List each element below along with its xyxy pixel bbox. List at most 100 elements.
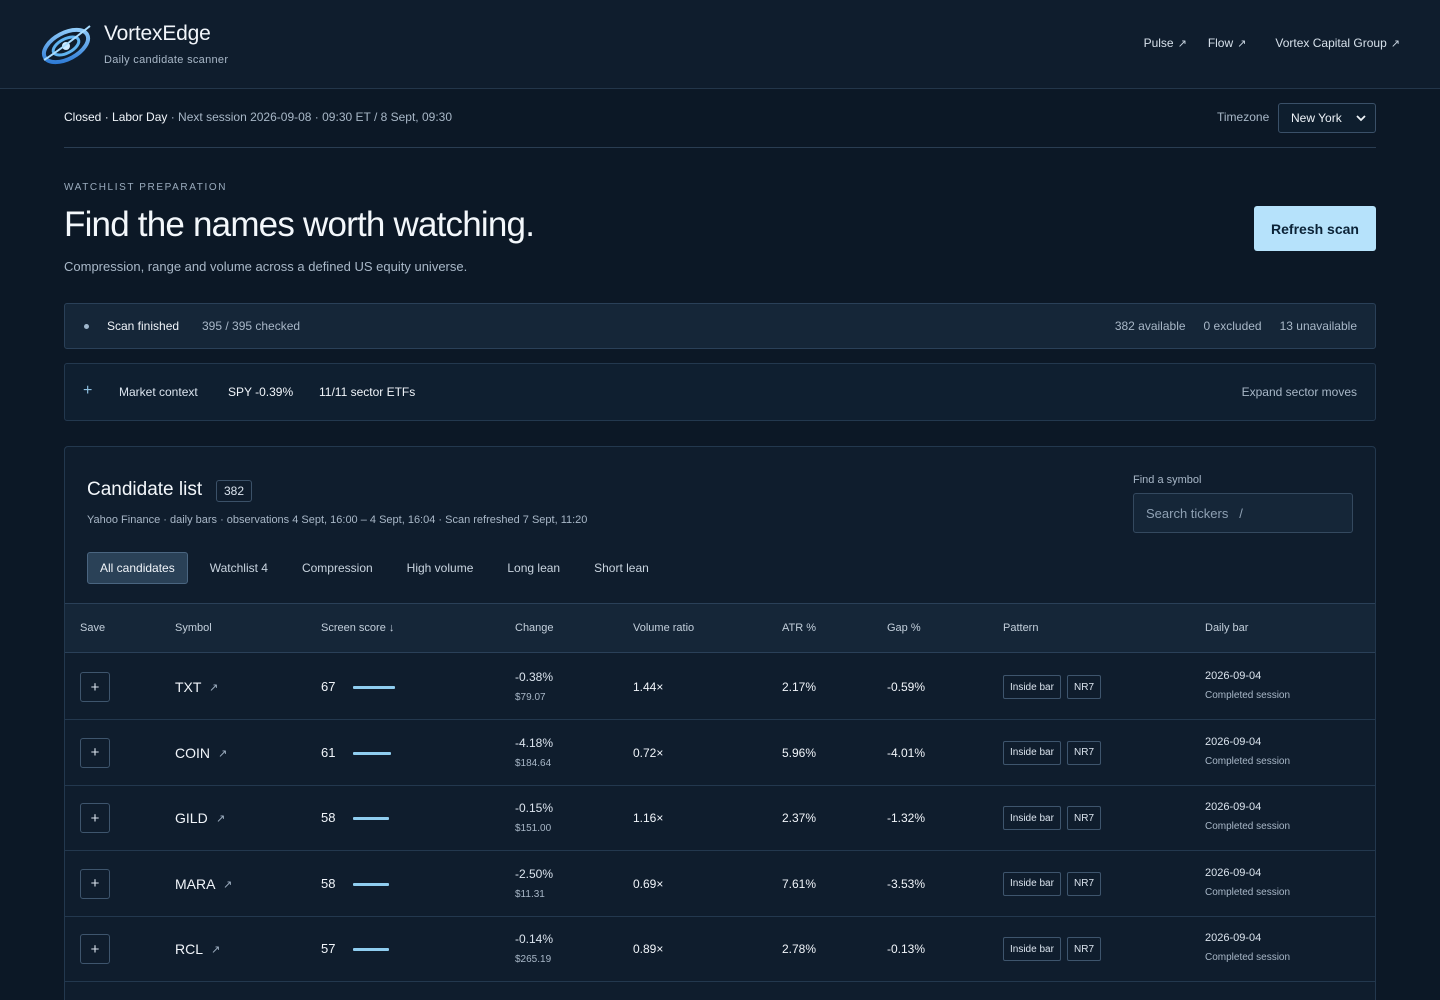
search-input[interactable]	[1133, 493, 1353, 533]
volume-ratio: 0.89×	[633, 942, 664, 956]
column-header-atr[interactable]: ATR %	[782, 622, 816, 634]
save-candidate-button[interactable]: +	[80, 672, 110, 702]
page-subtitle: Compression, range and volume across a d…	[64, 259, 468, 274]
daily-bar-state: Completed session	[1205, 952, 1291, 963]
top-nav: Pulse ↗ Flow ↗ Vortex Capital Group ↗	[1144, 36, 1400, 50]
nav-link-pulse[interactable]: Pulse ↗	[1144, 36, 1187, 50]
table-row[interactable]: + GILD ↗ 58 -0.15% $151.00 1.16× 2.37% -1.32% Ins…	[65, 785, 1375, 851]
atr-percent: 2.37%	[782, 811, 817, 825]
hero-eyebrow: WATCHLIST PREPARATION	[64, 182, 228, 193]
plus-icon: +	[90, 678, 100, 696]
candidate-list-title: Candidate list	[87, 479, 203, 500]
tab-long-lean[interactable]: Long lean	[493, 552, 574, 584]
daily-bar-state: Completed session	[1205, 690, 1291, 701]
expand-plus-icon[interactable]: +	[83, 382, 92, 400]
screen-score: 57	[321, 941, 336, 956]
scan-stats: 382 available 0 excluded 13 unavailable	[1097, 319, 1357, 333]
tab-compression[interactable]: Compression	[288, 552, 387, 584]
market-context-label: Market context	[119, 385, 198, 399]
column-header-change[interactable]: Change	[515, 622, 554, 634]
volume-ratio: 1.44×	[633, 680, 664, 694]
score-bar	[353, 751, 391, 755]
save-candidate-button[interactable]: +	[80, 737, 110, 768]
price: $11.31	[515, 888, 545, 900]
candidate-list-card: Candidate list 382 Yahoo Finance · daily…	[64, 446, 1376, 1000]
plus-icon: +	[90, 940, 100, 958]
table-row[interactable]: + COIN ↗ 61 -4.18% $184.64 0.72× 5.96% -4.01% Ins…	[65, 720, 1375, 786]
column-header-volume-ratio[interactable]: Volume ratio	[633, 622, 694, 634]
gap-percent: -0.59%	[887, 680, 926, 694]
column-header-gap[interactable]: Gap %	[887, 622, 921, 634]
pattern-tag: NR7	[1067, 675, 1102, 699]
page-title: Find the names worth watching.	[64, 205, 535, 244]
pattern-tag: Inside bar	[1003, 675, 1061, 699]
symbol[interactable]: RCL	[175, 941, 203, 957]
data-source-meta: Yahoo Finance · daily bars · observation…	[87, 514, 588, 526]
chevron-down-icon	[1356, 115, 1366, 122]
external-link-icon[interactable]: ↗	[218, 747, 227, 760]
gap-percent: -4.01%	[887, 745, 926, 760]
atr-percent: 7.61%	[782, 876, 817, 891]
change-percent: -0.15%	[515, 801, 554, 815]
tab-high-volume[interactable]: High volume	[393, 552, 488, 584]
excluded-count: 0 excluded	[1203, 319, 1262, 333]
spy-change: SPY -0.39%	[228, 385, 294, 399]
external-link-icon[interactable]: ↗	[211, 943, 220, 956]
candidate-count-badge: 382	[216, 480, 253, 502]
symbol[interactable]: TXT	[175, 679, 201, 695]
external-link-icon: ↗	[1390, 37, 1400, 50]
sector-etf-count: 11/11 sector ETFs	[319, 385, 416, 399]
price: $151.00	[515, 823, 552, 834]
external-link-icon[interactable]: ↗	[209, 681, 218, 694]
symbol[interactable]: COIN	[175, 745, 210, 761]
brand-name[interactable]: VortexEdge	[104, 22, 211, 46]
save-candidate-button[interactable]: +	[80, 934, 110, 964]
daily-bar-state: Completed session	[1205, 886, 1291, 898]
table-row[interactable]: + RCL ↗ 57 -0.14% $265.19 0.89× 2.78% -0.13% Insi…	[65, 916, 1375, 982]
brand-tagline: Daily candidate scanner	[104, 54, 229, 66]
column-header-symbol[interactable]: Symbol	[175, 622, 212, 634]
screen-score: 58	[321, 810, 336, 825]
expand-sector-moves-link[interactable]: Expand sector moves	[1242, 385, 1357, 399]
nav-link-flow[interactable]: Flow ↗	[1208, 36, 1247, 50]
scan-status-title: Scan finished	[107, 319, 180, 333]
symbol[interactable]: GILD	[175, 810, 208, 826]
find-symbol-label: Find a symbol	[1133, 474, 1202, 486]
score-bar	[353, 948, 389, 951]
refresh-scan-button[interactable]: Refresh scan	[1254, 206, 1376, 251]
tab-all-candidates[interactable]: All candidates	[87, 552, 188, 584]
scan-status-panel: Scan finished 395 / 395 checked 382 avai…	[64, 303, 1376, 349]
plus-icon: +	[90, 809, 100, 827]
top-bar: VortexEdge Daily candidate scanner Pulse…	[0, 0, 1440, 89]
timezone-select[interactable]: New York	[1278, 103, 1376, 133]
table-row[interactable]: + TXT ↗ 67 -0.38% $79.07 1.44× 2.17% -0.59% Insid…	[65, 654, 1375, 720]
change-percent: -2.50%	[515, 866, 554, 881]
save-candidate-button[interactable]: +	[80, 803, 110, 833]
external-link-icon[interactable]: ↗	[223, 878, 232, 891]
save-candidate-button[interactable]: +	[80, 868, 110, 899]
column-header-screen-score[interactable]: Screen score ↓	[321, 622, 394, 634]
nav-link-vortex-capital-group[interactable]: Vortex Capital Group ↗	[1275, 36, 1400, 50]
volume-ratio: 0.69×	[633, 876, 664, 891]
table-header: Save Symbol Screen score ↓ Change Volume…	[65, 603, 1375, 653]
unavailable-count: 13 unavailable	[1279, 319, 1357, 333]
tab-watchlist[interactable]: Watchlist 4	[196, 552, 282, 584]
pattern-tag: Inside bar	[1003, 806, 1061, 830]
market-context-panel[interactable]: + Market context SPY -0.39% 11/11 sector…	[64, 363, 1376, 421]
next-session: · Next session 2026-09-08 · 09:30 ET / 8…	[167, 110, 453, 124]
atr-percent: 5.96%	[782, 745, 817, 760]
tab-short-lean[interactable]: Short lean	[580, 552, 663, 584]
scan-checked-count: 395 / 395 checked	[202, 319, 301, 333]
daily-bar-date: 2026-09-04	[1205, 670, 1262, 682]
volume-ratio: 1.16×	[633, 811, 664, 825]
gap-percent: -3.53%	[887, 876, 926, 891]
timezone-label: Timezone	[1217, 110, 1270, 124]
volume-ratio: 0.72×	[633, 745, 664, 760]
pattern-tag: Inside bar	[1003, 871, 1061, 896]
pattern-tag: NR7	[1067, 740, 1102, 765]
external-link-icon[interactable]: ↗	[216, 812, 225, 825]
atr-percent: 2.17%	[782, 680, 817, 694]
table-row[interactable]: + MARA ↗ 58 -2.50% $11.31 0.69× 7.61% -3.53% Insi…	[65, 851, 1375, 917]
price: $79.07	[515, 692, 546, 703]
symbol[interactable]: MARA	[175, 876, 215, 892]
